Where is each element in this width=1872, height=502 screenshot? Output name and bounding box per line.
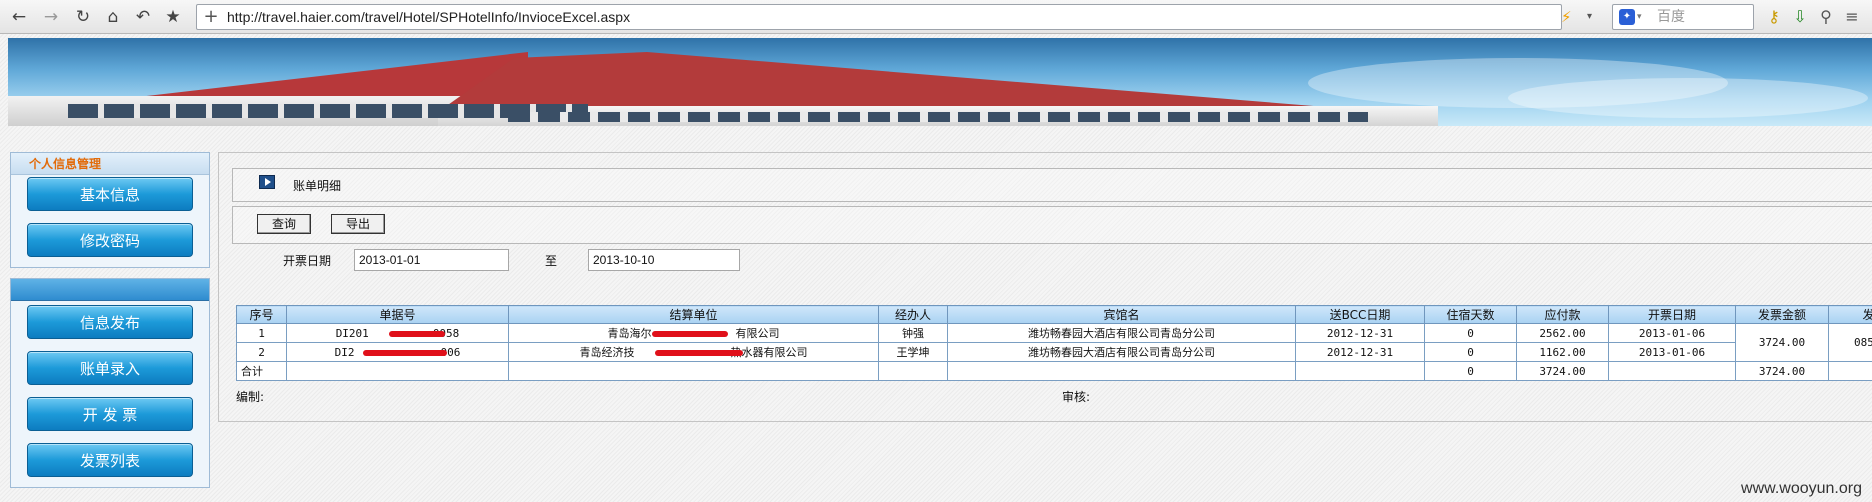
search-box[interactable]: ✦ ▾ 百度 — [1612, 4, 1754, 30]
total-payable: 3724.00 — [1516, 361, 1609, 381]
payable: 2562.00 — [1516, 323, 1609, 343]
address-url[interactable]: http://travel.haier.com/travel/Hotel/SPH… — [227, 5, 630, 29]
col-header: 宾馆名 — [947, 305, 1296, 324]
change-password-button[interactable]: 修改密码 — [27, 223, 193, 257]
invoice-amount: 3724.00 — [1735, 323, 1829, 362]
watermark: www.wooyun.org — [1741, 480, 1862, 497]
date-label: 开票日期 — [283, 254, 332, 268]
redaction-mark — [363, 350, 447, 356]
col-header: 送BCC日期 — [1295, 305, 1425, 324]
sidebar-operations: 信息发布 账单录入 开 发 票 发票列表 — [10, 278, 210, 488]
row-index: 2 — [236, 342, 287, 362]
header-banner — [8, 38, 1872, 126]
query-button[interactable]: 查询 — [257, 214, 311, 234]
basic-info-button[interactable]: 基本信息 — [27, 177, 193, 211]
settlement-unit: 青岛经济技 热水器有限公司 — [508, 342, 879, 362]
download-icon[interactable]: ⇩ — [1790, 6, 1810, 28]
bill-table: 序号 单据号 结算单位 经办人 宾馆名 送BCC日期 住宿天数 应付款 开票日期… — [236, 305, 1872, 381]
col-header: 经办人 — [878, 305, 948, 324]
table-row: 1 DI201 0058 青岛海尔 有限公司 钟强 潍坊畅春园大酒店有限公司青岛分公… — [236, 323, 1872, 362]
redaction-mark — [655, 350, 743, 356]
lightning-icon[interactable]: ⚡ — [1561, 5, 1572, 29]
sidebar-personal-info: 个人信息管理 基本信息 修改密码 — [10, 152, 210, 268]
bcc-date: 2012-12-31 — [1295, 323, 1425, 343]
back-icon[interactable]: ← — [8, 6, 30, 28]
forward-icon[interactable]: → — [40, 6, 62, 28]
handler: 王学坤 — [878, 342, 948, 362]
hotel-name: 潍坊畅春园大酒店有限公司青岛分公司 — [947, 323, 1296, 343]
invoice-date: 2013-01-06 — [1608, 342, 1736, 362]
table-row: 2 DI2 006 青岛经济技 热水器有限公司 王学坤 潍坊畅春园大酒店有限公司青岛… — [236, 342, 1872, 362]
total-invoice: 3724.00 — [1735, 361, 1829, 381]
col-header: 住宿天数 — [1424, 305, 1517, 324]
bcc-date: 2012-12-31 — [1295, 342, 1425, 362]
invoice-date: 2013-01-06 — [1608, 323, 1736, 343]
redaction-mark — [389, 331, 445, 337]
stay-days: 0 — [1424, 323, 1517, 343]
prepared-by-label: 编制: — [236, 390, 265, 404]
action-bar: 查询 导出 — [232, 206, 1872, 244]
sidebar-group-header — [11, 279, 209, 301]
favorite-star-icon[interactable]: ★ — [162, 6, 184, 28]
hotel-name: 潍坊畅春园大酒店有限公司青岛分公司 — [947, 342, 1296, 362]
home-icon[interactable]: ⌂ — [102, 6, 124, 28]
menu-icon[interactable]: ≡ — [1842, 6, 1862, 28]
invoice-list-button[interactable]: 发票列表 — [27, 443, 193, 477]
settlement-unit: 青岛海尔 有限公司 — [508, 323, 879, 343]
col-header: 序号 — [236, 305, 287, 324]
col-header: 结算单位 — [508, 305, 879, 324]
stay-days: 0 — [1424, 342, 1517, 362]
table-header-row: 序号 单据号 结算单位 经办人 宾馆名 送BCC日期 住宿天数 应付款 开票日期… — [236, 305, 1872, 324]
key-icon[interactable]: ⚷ — [1764, 6, 1784, 28]
section-title: 账单明细 — [293, 179, 342, 193]
redaction-mark — [652, 331, 728, 337]
handler: 钟强 — [878, 323, 948, 343]
refresh-icon[interactable]: ↻ — [72, 6, 94, 28]
undo-icon[interactable]: ↶ — [132, 6, 154, 28]
date-from-input[interactable]: 2013-01-01 — [354, 249, 509, 271]
total-days: 0 — [1424, 361, 1517, 381]
col-header: 单据号 — [286, 305, 509, 324]
total-row: 合计 0 3724.00 3724.00 — [236, 361, 1872, 381]
date-separator: 至 — [545, 254, 558, 268]
bill-entry-button[interactable]: 账单录入 — [27, 351, 193, 385]
date-to-input[interactable]: 2013-10-10 — [588, 249, 740, 271]
col-header: 应付款 — [1516, 305, 1609, 324]
reviewed-by-label: 审核: — [1062, 390, 1091, 404]
row-index: 1 — [236, 323, 287, 343]
payable: 1162.00 — [1516, 342, 1609, 362]
browser-toolbar: ← → ↻ ⌂ ↶ ★ + http://travel.haier.com/tr… — [0, 0, 1872, 34]
address-dropdown-icon[interactable]: ▾ — [1587, 5, 1592, 29]
issue-invoice-button[interactable]: 开 发 票 — [27, 397, 193, 431]
col-header: 开票日期 — [1608, 305, 1736, 324]
doc-number: DI2 006 — [286, 342, 509, 362]
total-label: 合计 — [236, 361, 287, 381]
tools-icon[interactable]: ⚲ — [1816, 6, 1836, 28]
col-header: 发票金额 — [1735, 305, 1829, 324]
engine-dropdown-icon[interactable]: ▾ — [1637, 5, 1642, 29]
col-header: 发票号 — [1828, 305, 1872, 324]
new-tab-plus-icon[interactable]: + — [201, 5, 221, 29]
publish-info-button[interactable]: 信息发布 — [27, 305, 193, 339]
baidu-paw-icon: ✦ — [1619, 9, 1635, 25]
address-bar[interactable]: + http://travel.haier.com/travel/Hotel/S… — [196, 4, 1592, 30]
section-header: 账单明细 — [232, 168, 1872, 202]
search-placeholder: 百度 — [1657, 9, 1685, 25]
doc-number: DI201 0058 — [286, 323, 509, 343]
sidebar-group-title: 个人信息管理 — [11, 153, 209, 175]
invoice-number: 08501834 — [1828, 323, 1872, 362]
export-button[interactable]: 导出 — [331, 214, 385, 234]
play-arrow-icon — [259, 175, 275, 189]
